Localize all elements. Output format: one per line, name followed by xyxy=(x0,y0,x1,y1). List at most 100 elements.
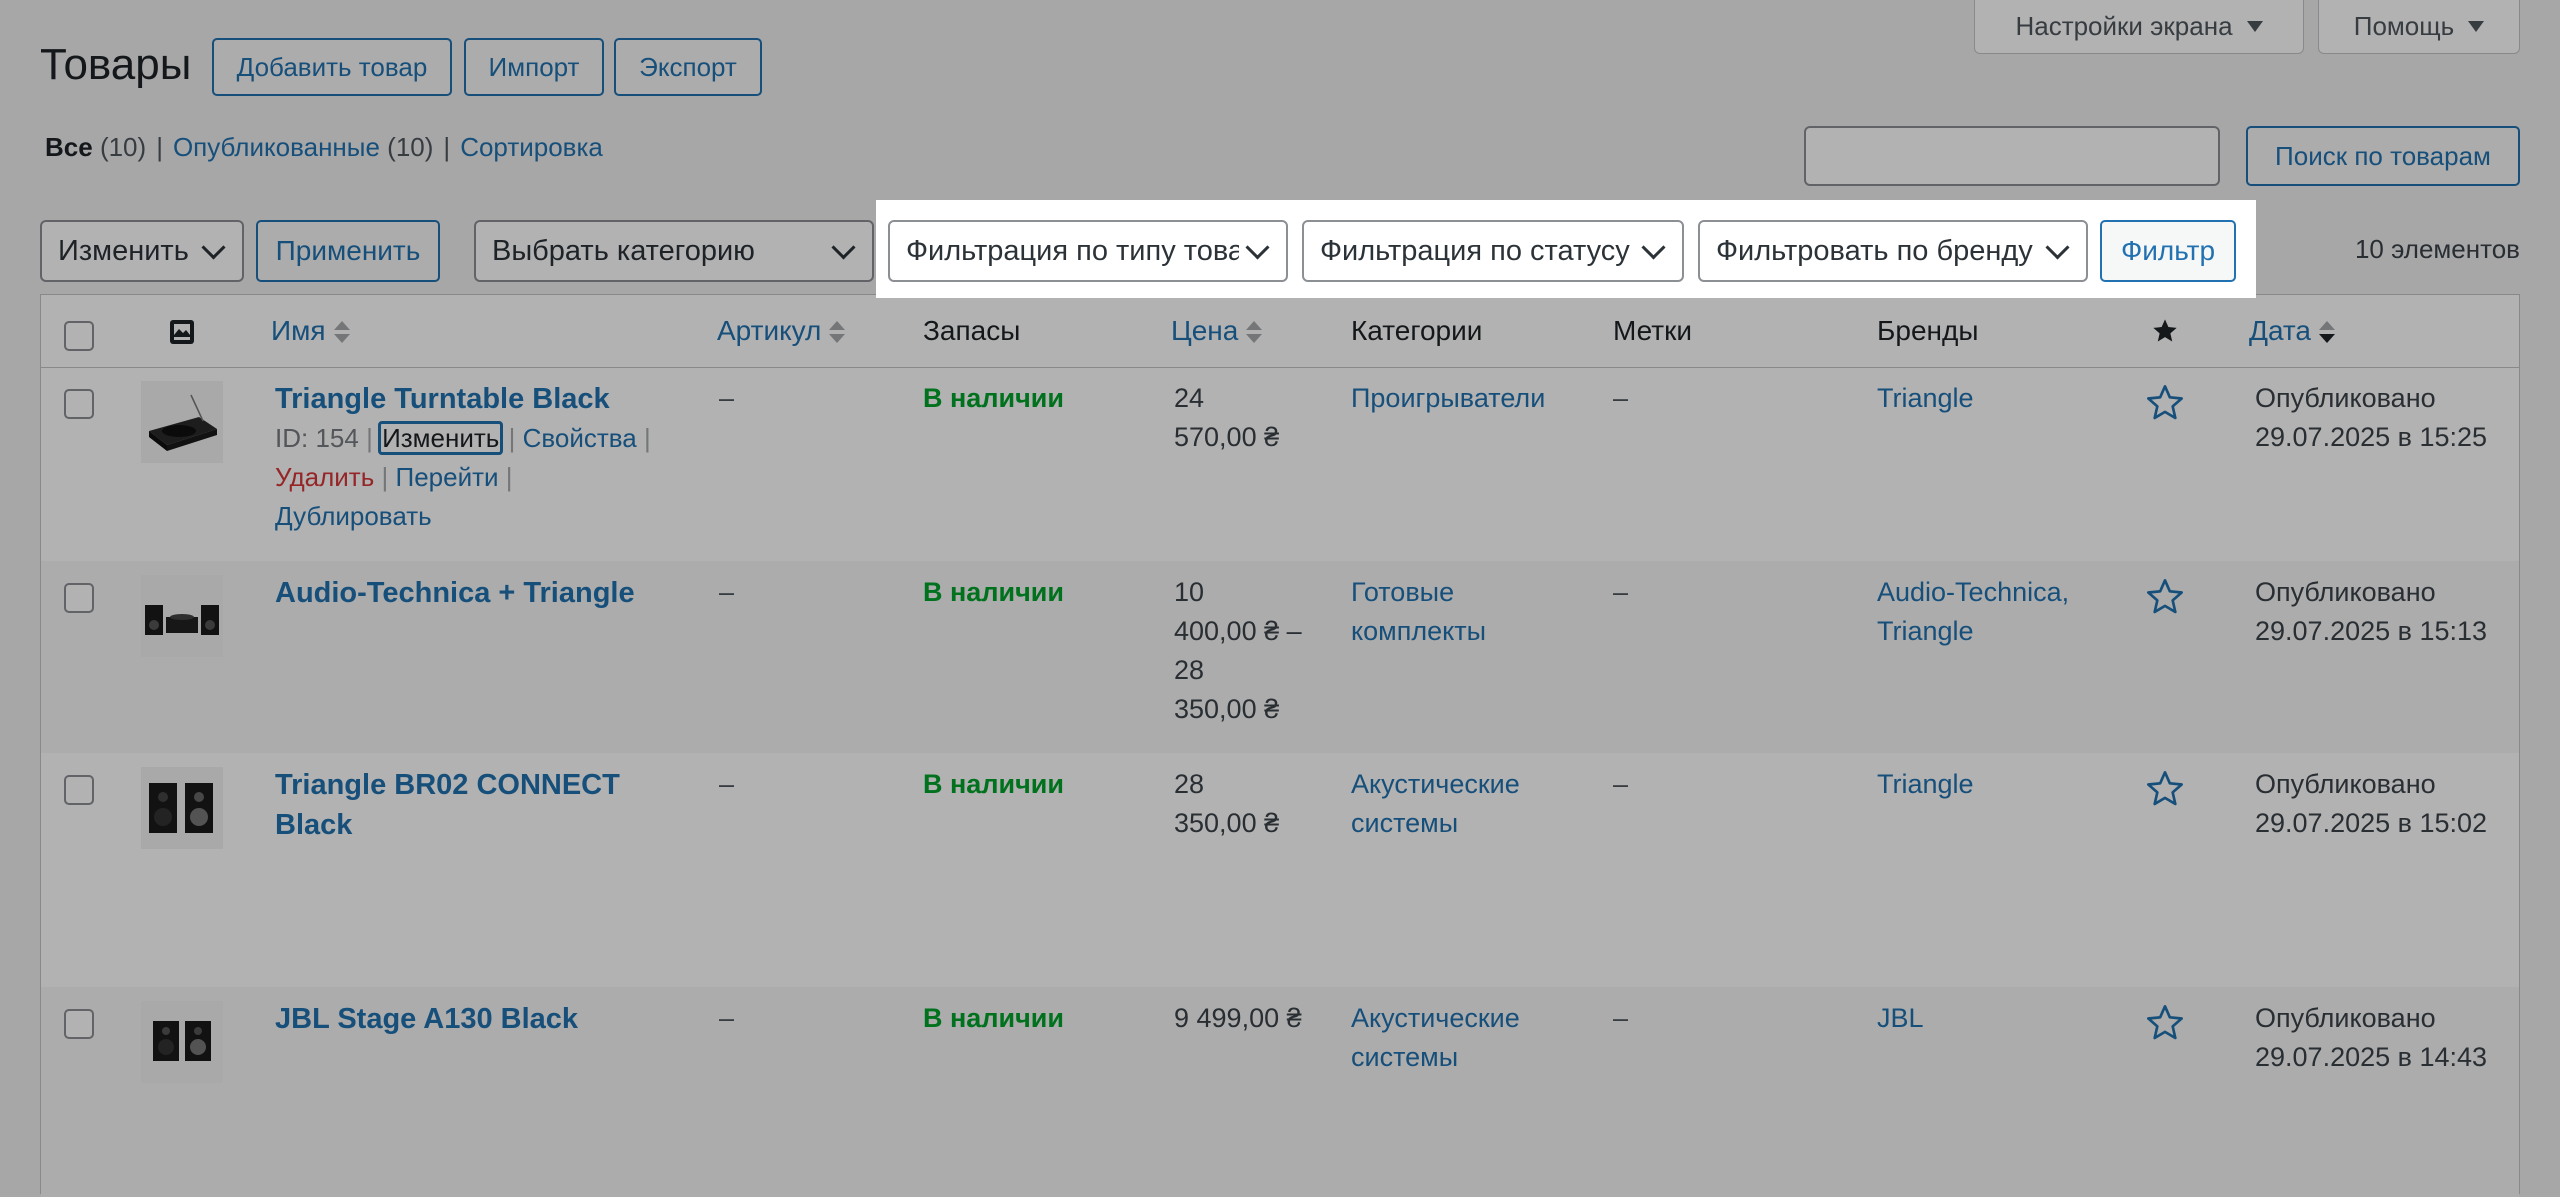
brand-filter-select[interactable]: Фильтровать по бренду xyxy=(1698,220,2088,282)
bulk-action-value: Изменить xyxy=(58,234,189,267)
column-categories: Категории xyxy=(1351,315,1483,346)
column-date[interactable]: Дата xyxy=(2249,315,2336,347)
table-row: Triangle Turntable Black ID: 154 | Измен… xyxy=(41,367,2519,561)
product-name-link[interactable]: Triangle BR02 CONNECT Black xyxy=(275,765,620,845)
audio-set-thumbnail[interactable] xyxy=(141,575,223,657)
import-button[interactable]: Импорт xyxy=(464,38,604,96)
featured-toggle-star-icon[interactable] xyxy=(2145,769,2185,809)
featured-star-icon xyxy=(2153,319,2177,342)
row-checkbox[interactable] xyxy=(64,1009,94,1039)
tags-cell: – xyxy=(1613,383,1629,413)
view-all-count: (10) xyxy=(99,132,147,162)
duplicate-link[interactable]: Дублировать xyxy=(275,501,432,531)
add-product-button[interactable]: Добавить товар xyxy=(212,38,452,96)
chevron-down-icon xyxy=(2045,234,2070,260)
view-link[interactable]: Перейти xyxy=(396,462,499,492)
stock-status: В наличии xyxy=(923,1003,1064,1033)
table-row: Triangle BR02 CONNECT Black – В наличии 2… xyxy=(41,753,2519,987)
stock-status-filter-select[interactable]: Фильтрация по статусу xyxy=(1302,220,1684,282)
tags-cell: – xyxy=(1613,769,1629,799)
select-all-checkbox[interactable] xyxy=(64,321,94,351)
brand-link[interactable]: JBL xyxy=(1877,999,1924,1038)
search-products-button[interactable]: Поиск по товарам xyxy=(2246,126,2520,186)
product-id: ID: 154 xyxy=(275,423,359,453)
row-checkbox[interactable] xyxy=(64,389,94,419)
category-link[interactable]: Акустические системы xyxy=(1351,765,1520,843)
table-row: JBL Stage A130 Black – В наличии 9 499,0… xyxy=(41,987,2519,1197)
product-name-link[interactable]: Audio-Technica + Triangle xyxy=(275,577,635,609)
column-name[interactable]: Имя xyxy=(271,315,350,347)
column-stock: Запасы xyxy=(923,315,1021,346)
sku-cell: – xyxy=(719,1003,735,1033)
featured-toggle-star-icon[interactable] xyxy=(2145,577,2185,617)
filter-button[interactable]: Фильтр xyxy=(2100,220,2236,282)
view-separator: | xyxy=(156,132,163,162)
product-type-filter-select[interactable]: Фильтрация по типу товара xyxy=(888,220,1288,282)
category-filter-select[interactable]: Выбрать категорию xyxy=(474,220,874,282)
status-views: Все (10) | Опубликованные (10) | Сортировка xyxy=(45,132,603,163)
featured-toggle-star-icon[interactable] xyxy=(2145,1003,2185,1043)
view-sorting[interactable]: Сортировка xyxy=(460,132,603,162)
category-link[interactable]: Готовые комплекты xyxy=(1351,573,1486,651)
caret-down-icon xyxy=(2468,21,2485,32)
stock-status: В наличии xyxy=(923,769,1064,799)
date-cell: Опубликовано 29.07.2025 в 15:02 xyxy=(2255,769,2488,838)
price-cell: 10 400,00 ₴ –28 350,00 ₴ xyxy=(1174,577,1302,724)
product-name-cell: JBL Stage A130 Black xyxy=(275,999,578,1039)
speakers-thumbnail[interactable] xyxy=(141,767,223,849)
product-name-cell: Audio-Technica + Triangle xyxy=(275,573,635,613)
tags-cell: – xyxy=(1613,1003,1629,1033)
sort-icon xyxy=(333,320,350,345)
table-row: Audio-Technica + Triangle – В наличии 10… xyxy=(41,561,2519,753)
row-checkbox[interactable] xyxy=(64,583,94,613)
brand-link[interactable]: Triangle xyxy=(1877,765,1974,804)
column-sku[interactable]: Артикул xyxy=(717,315,846,347)
brand-filter-value: Фильтровать по бренду xyxy=(1716,234,2033,267)
bookshelf-speakers-thumbnail[interactable] xyxy=(141,1001,223,1083)
brand-links[interactable]: Audio-Technica, Triangle xyxy=(1877,573,2069,651)
sort-icon xyxy=(1246,320,1263,345)
sort-icon xyxy=(829,320,846,345)
delete-link[interactable]: Удалить xyxy=(275,462,374,492)
view-separator: | xyxy=(443,132,451,162)
product-search-input[interactable] xyxy=(1804,126,2220,186)
price-cell: 28 350,00 ₴ xyxy=(1174,769,1280,838)
turntable-thumbnail[interactable] xyxy=(141,381,223,463)
screen-options-label: Настройки экрана xyxy=(2015,11,2233,41)
price-cell: 24 570,00 ₴ xyxy=(1174,383,1280,452)
date-cell: Опубликовано 29.07.2025 в 15:25 xyxy=(2255,383,2488,452)
product-name-link[interactable]: Triangle Turntable Black xyxy=(275,383,610,415)
apply-button[interactable]: Применить xyxy=(256,220,440,282)
chevron-down-icon xyxy=(1641,234,1666,260)
date-cell: Опубликовано 29.07.2025 в 15:13 xyxy=(2255,577,2488,646)
category-link[interactable]: Акустические системы xyxy=(1351,999,1520,1077)
help-toggle[interactable]: Помощь xyxy=(2318,0,2520,54)
category-link[interactable]: Проигрыватели xyxy=(1351,379,1545,418)
row-actions: ID: 154 | Изменить | Свойства | Удалить … xyxy=(275,421,651,531)
stock-status: В наличии xyxy=(923,383,1064,413)
table-header: Имя Артикул Запасы Цена Категории Метки … xyxy=(41,295,2519,368)
product-name-link[interactable]: JBL Stage A130 Black xyxy=(275,1003,578,1035)
sku-cell: – xyxy=(719,769,735,799)
featured-toggle-star-icon[interactable] xyxy=(2145,383,2185,423)
bulk-action-select[interactable]: Изменить xyxy=(40,220,244,282)
price-cell: 9 499,00 ₴ xyxy=(1174,1003,1302,1033)
row-checkbox[interactable] xyxy=(64,775,94,805)
view-all[interactable]: Все xyxy=(45,132,93,162)
export-button[interactable]: Экспорт xyxy=(614,38,762,96)
view-published[interactable]: Опубликованные xyxy=(173,132,380,162)
stock-status-filter-value: Фильтрация по статусу xyxy=(1320,234,1630,267)
brand-link[interactable]: Triangle xyxy=(1877,379,1974,418)
sort-desc-icon xyxy=(2319,320,2336,345)
quick-edit-link[interactable]: Свойства xyxy=(523,423,637,453)
chevron-down-icon xyxy=(201,234,226,260)
sku-cell: – xyxy=(719,383,735,413)
page-title: Товары xyxy=(40,40,192,89)
screen-options-toggle[interactable]: Настройки экрана xyxy=(1974,0,2304,54)
column-brands: Бренды xyxy=(1877,315,1979,346)
product-name-cell: Triangle BR02 CONNECT Black xyxy=(275,765,620,845)
column-tags: Метки xyxy=(1613,315,1692,346)
column-price[interactable]: Цена xyxy=(1171,315,1263,347)
edit-link[interactable]: Изменить xyxy=(378,421,504,455)
tags-cell: – xyxy=(1613,577,1629,607)
